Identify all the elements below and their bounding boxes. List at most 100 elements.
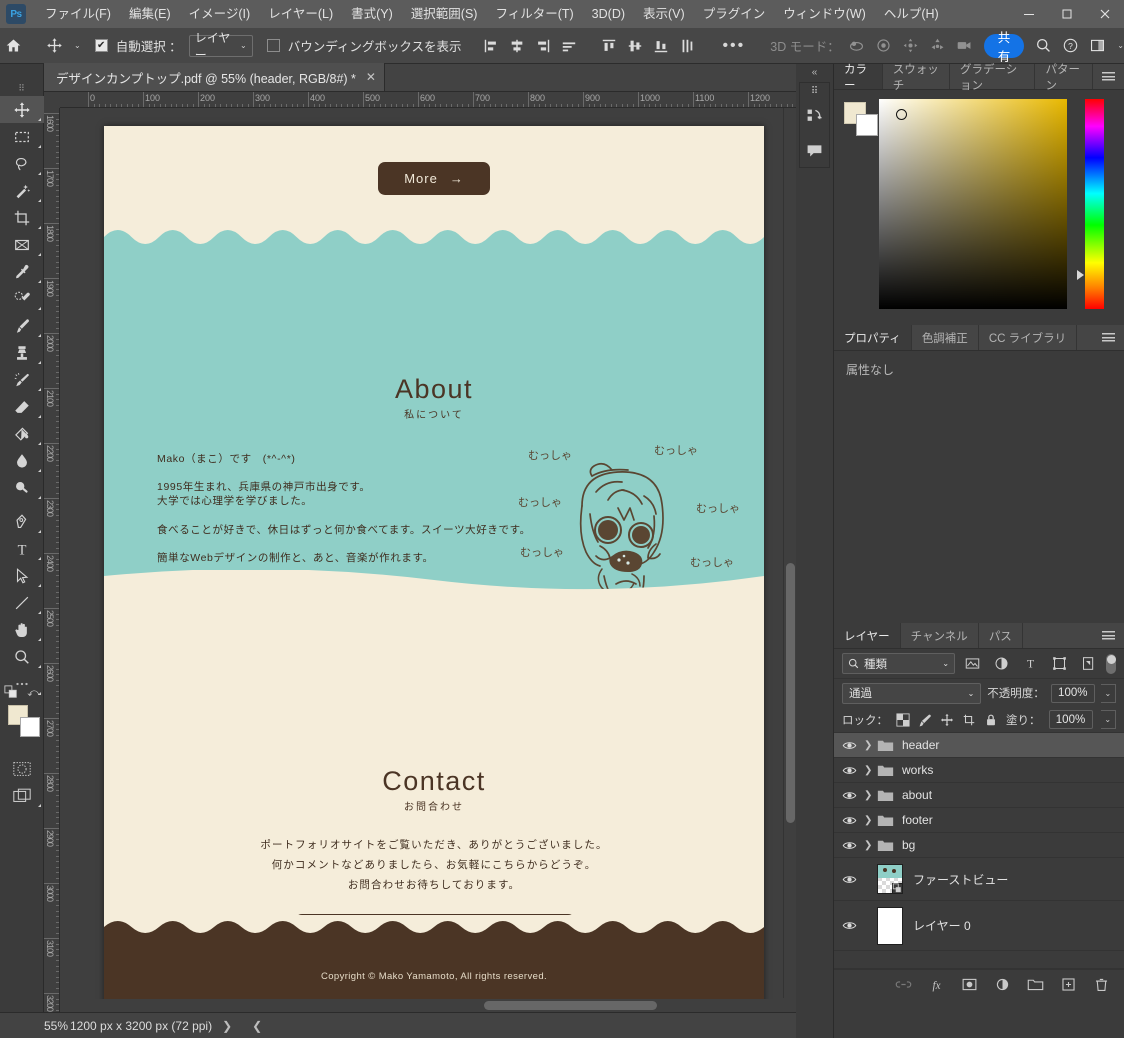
zoom-tool[interactable]: [0, 643, 44, 670]
adjustment-filter-icon[interactable]: [990, 656, 1013, 671]
blend-mode-dropdown[interactable]: 通過 ⌄: [842, 682, 982, 704]
home-icon[interactable]: [0, 33, 27, 59]
layer-visibility-toggle[interactable]: [834, 813, 864, 828]
screen-mode-toggle[interactable]: [0, 782, 44, 809]
layer-row-works[interactable]: ❯ works: [834, 758, 1124, 783]
layer-row-footer[interactable]: ❯ footer: [834, 808, 1124, 833]
tab-patterns[interactable]: パターン: [1035, 64, 1093, 92]
frame-tool[interactable]: [0, 231, 44, 258]
workspace-chevron-icon[interactable]: ⌄: [1117, 41, 1124, 50]
group-expand-chevron-icon[interactable]: ❯: [864, 815, 877, 826]
canvas-horizontal-scrollbar[interactable]: [60, 999, 783, 1012]
help-icon[interactable]: ?: [1057, 33, 1084, 59]
layer-row-bg[interactable]: ❯ bg: [834, 833, 1124, 858]
workspace-icon[interactable]: [1084, 33, 1111, 59]
tab-swatches[interactable]: スウォッチ: [882, 64, 950, 92]
lock-image-icon[interactable]: [918, 713, 932, 727]
clone-stamp-tool[interactable]: [0, 339, 44, 366]
menu-select[interactable]: 選択範囲(S): [402, 0, 487, 28]
layer-visibility-toggle[interactable]: [834, 872, 864, 887]
more-options-button[interactable]: •••: [714, 37, 753, 55]
horizontal-ruler[interactable]: 0 100 200 300 400 500 600 700 800 900 1000 1100 1200: [60, 92, 796, 108]
rectangular-marquee-tool[interactable]: [0, 123, 44, 150]
line-shape-tool[interactable]: [0, 589, 44, 616]
type-filter-icon[interactable]: T: [1019, 656, 1042, 671]
menu-window[interactable]: ウィンドウ(W): [774, 0, 875, 28]
layer-visibility-toggle[interactable]: [834, 838, 864, 853]
new-group-icon[interactable]: [1027, 977, 1044, 992]
menu-filter[interactable]: フィルター(T): [486, 0, 582, 28]
filter-toggle[interactable]: [1105, 653, 1117, 674]
tab-paths[interactable]: パス: [978, 623, 1023, 648]
pixel-filter-icon[interactable]: [961, 656, 984, 671]
mini-dock-grip[interactable]: ⠿: [800, 83, 829, 99]
type-tool[interactable]: T: [0, 535, 44, 562]
hand-tool[interactable]: [0, 616, 44, 643]
layer-visibility-toggle[interactable]: [834, 763, 864, 778]
pen-tool[interactable]: [0, 508, 44, 535]
lock-transparent-icon[interactable]: [896, 712, 910, 727]
lock-all-icon[interactable]: [984, 713, 998, 727]
eyedropper-tool[interactable]: [0, 258, 44, 285]
layer-visibility-toggle[interactable]: [834, 918, 864, 933]
quick-mask-toggle[interactable]: [0, 755, 44, 782]
layer-thumbnail[interactable]: [877, 864, 903, 894]
color-field[interactable]: [879, 99, 1067, 309]
layer-visibility-toggle[interactable]: [834, 788, 864, 803]
3d-camera-icon[interactable]: [951, 33, 978, 59]
brush-tool[interactable]: [0, 312, 44, 339]
eraser-tool[interactable]: [0, 393, 44, 420]
layer-mask-icon[interactable]: [961, 977, 978, 992]
design-document[interactable]: More → About 私について Mako（まこ）です (*^-^*) 19…: [104, 126, 764, 1010]
share-button[interactable]: 共有: [983, 31, 1025, 64]
background-color-chip[interactable]: [856, 114, 878, 136]
layer-row-header[interactable]: ❯ header: [834, 733, 1124, 758]
tab-properties[interactable]: プロパティ: [834, 325, 912, 350]
menu-file[interactable]: ファイル(F): [36, 0, 120, 28]
tab-cc-libraries[interactable]: CC ライブラリ: [978, 325, 1078, 350]
3d-orbit-icon[interactable]: [843, 33, 870, 59]
zoom-level[interactable]: 55%: [0, 1019, 68, 1033]
align-right-edges-icon[interactable]: [530, 33, 556, 59]
layer-row-about[interactable]: ❯ about: [834, 783, 1124, 808]
menu-help[interactable]: ヘルプ(H): [875, 0, 948, 28]
align-vertical-centers-icon[interactable]: [622, 33, 648, 59]
crop-tool[interactable]: [0, 204, 44, 231]
status-expand-icon[interactable]: ❯: [212, 1019, 242, 1033]
group-expand-chevron-icon[interactable]: ❯: [864, 765, 877, 776]
comments-icon[interactable]: [800, 133, 829, 167]
canvas-vertical-scroll-thumb[interactable]: [786, 563, 795, 823]
move-tool[interactable]: [0, 96, 44, 123]
default-colors-icon[interactable]: [4, 685, 18, 702]
3d-slide-icon[interactable]: [924, 33, 951, 59]
layer-row-layer0[interactable]: レイヤー 0: [834, 901, 1124, 951]
tab-adjustments[interactable]: 色調補正: [911, 325, 979, 350]
document-tab[interactable]: デザインカンプトップ.pdf @ 55% (header, RGB/8#) * …: [44, 63, 385, 91]
new-layer-icon[interactable]: [1060, 977, 1077, 992]
bounding-box-checkbox[interactable]: ✔ バウンディングボックスを表示: [266, 36, 465, 55]
tab-layers[interactable]: レイヤー: [834, 623, 901, 648]
tab-color[interactable]: カラー: [834, 64, 883, 92]
color-field-cursor[interactable]: [896, 109, 907, 120]
distribute-vertically-icon[interactable]: [674, 33, 700, 59]
tab-channels[interactable]: チャンネル: [900, 623, 979, 648]
history-icon[interactable]: [800, 99, 829, 133]
tab-gradients[interactable]: グラデーション: [949, 64, 1036, 92]
link-layers-icon[interactable]: [895, 977, 912, 992]
history-brush-tool[interactable]: [0, 366, 44, 393]
lock-artboard-icon[interactable]: [962, 713, 976, 727]
adjustment-layer-icon[interactable]: [994, 977, 1011, 992]
align-top-edges-icon[interactable]: [596, 33, 622, 59]
fill-chevron-icon[interactable]: ⌄: [1100, 710, 1116, 729]
move-tool-icon[interactable]: [41, 33, 68, 59]
mini-dock-collapse-icon[interactable]: «: [796, 64, 833, 80]
search-icon[interactable]: [1030, 33, 1057, 59]
shape-filter-icon[interactable]: [1048, 656, 1071, 671]
hue-slider[interactable]: [1085, 99, 1104, 309]
group-expand-chevron-icon[interactable]: ❯: [864, 740, 877, 751]
panel-menu-icon[interactable]: [1093, 325, 1124, 350]
layer-visibility-toggle[interactable]: [834, 738, 864, 753]
layer-row-firstview[interactable]: ファーストビュー: [834, 858, 1124, 901]
menu-plugins[interactable]: プラグイン: [694, 0, 775, 28]
close-icon[interactable]: ✕: [366, 70, 376, 84]
